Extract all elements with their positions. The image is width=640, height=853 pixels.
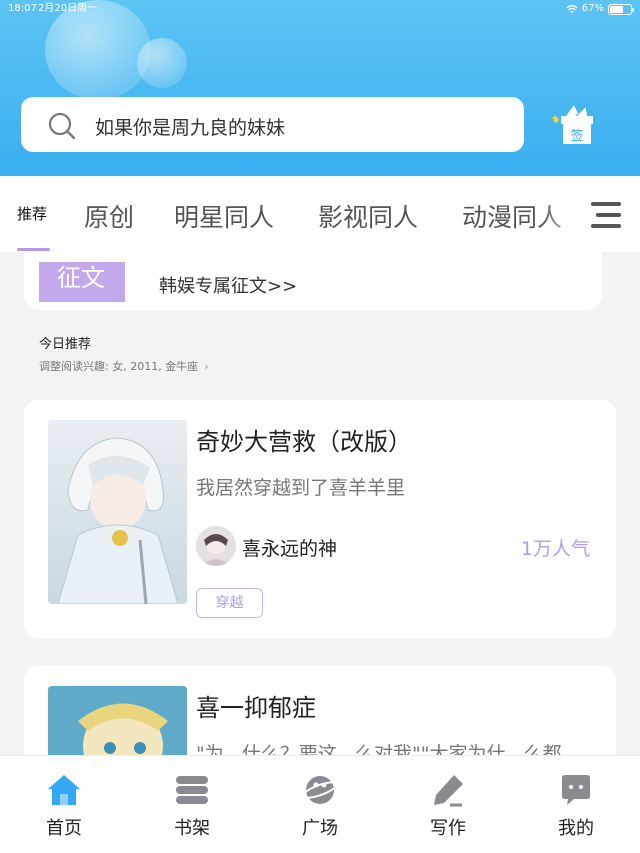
contest-link[interactable]: 韩娱专属征文>>: [159, 272, 297, 298]
nav-mine[interactable]: 我的: [512, 756, 640, 853]
pen-icon: [434, 775, 463, 807]
reading-interest-text: 调整阅读兴趣: 女, 2011, 金牛座: [39, 360, 199, 373]
gift-icon: 签: [551, 103, 593, 144]
status-bar: 18:07 2月20日周一 67%: [0, 0, 640, 18]
book-card[interactable]: 奇妙大营救（改版） 我居然穿越到了喜羊羊里 喜永远的神 1万人气 穿越: [24, 400, 616, 638]
bottom-nav: 首页 书架 广场 写作 我的: [0, 756, 640, 853]
status-date: 2月20日周一: [38, 3, 98, 14]
nav-mine-label: 我的: [558, 818, 594, 839]
nav-square-label: 广场: [302, 818, 338, 839]
contest-badge: 征文: [39, 262, 125, 302]
nav-square[interactable]: 广场: [256, 756, 384, 853]
contest-banner[interactable]: 征文 韩娱专属征文>>: [24, 252, 602, 310]
checkin-label: 签: [570, 128, 583, 144]
status-right: 67%: [566, 0, 634, 18]
battery-percent: 67%: [581, 3, 604, 14]
tab-original[interactable]: 原创: [84, 198, 134, 234]
category-menu-icon[interactable]: [586, 196, 626, 234]
nav-write[interactable]: 写作: [384, 756, 512, 853]
nav-home[interactable]: 首页: [0, 756, 128, 853]
book-title[interactable]: 喜一抑郁症: [196, 688, 316, 723]
search-bar[interactable]: 如果你是周九良的妹妹: [21, 97, 524, 152]
today-recommend-title: 今日推荐: [39, 337, 92, 352]
tab-celebrity-fanfic[interactable]: 明星同人: [174, 198, 274, 234]
book-description: 我居然穿越到了喜羊羊里: [196, 477, 406, 499]
nav-bookshelf[interactable]: 书架: [128, 756, 256, 853]
wifi-icon: [566, 4, 578, 13]
author-name[interactable]: 喜永远的神: [242, 534, 337, 561]
nav-write-label: 写作: [430, 818, 466, 839]
tab-tv-fanfic[interactable]: 影视同人: [318, 198, 418, 234]
search-input[interactable]: 如果你是周九良的妹妹: [95, 113, 285, 140]
header: 18:07 2月20日周一 67% 如果你是周九良的妹妹 签: [0, 0, 640, 176]
search-icon: [48, 112, 76, 140]
checkin-button[interactable]: 签: [550, 100, 600, 150]
battery-icon: [608, 3, 634, 15]
planet-icon: [302, 776, 338, 804]
nav-bookshelf-label: 书架: [174, 818, 210, 839]
bookshelf-icon: [176, 776, 208, 804]
book-cover[interactable]: [48, 420, 187, 604]
decorative-bubble: [137, 38, 187, 88]
status-time: 18:07: [8, 3, 37, 14]
author-avatar[interactable]: [196, 526, 236, 566]
tab-fade: [540, 176, 590, 252]
nav-home-label: 首页: [46, 818, 82, 839]
home-icon: [48, 775, 80, 805]
popularity-count: 1万人气: [520, 538, 590, 560]
tab-active-indicator: [17, 248, 50, 251]
chat-bubble-icon: [562, 775, 590, 805]
reading-interest-link[interactable]: 调整阅读兴趣: 女, 2011, 金牛座 ›: [39, 358, 209, 374]
book-title[interactable]: 奇妙大营救（改版）: [196, 422, 412, 457]
chevron-right-icon: ›: [204, 360, 209, 373]
tab-recommend[interactable]: 推荐: [17, 203, 47, 224]
genre-tag[interactable]: 穿越: [196, 588, 263, 618]
